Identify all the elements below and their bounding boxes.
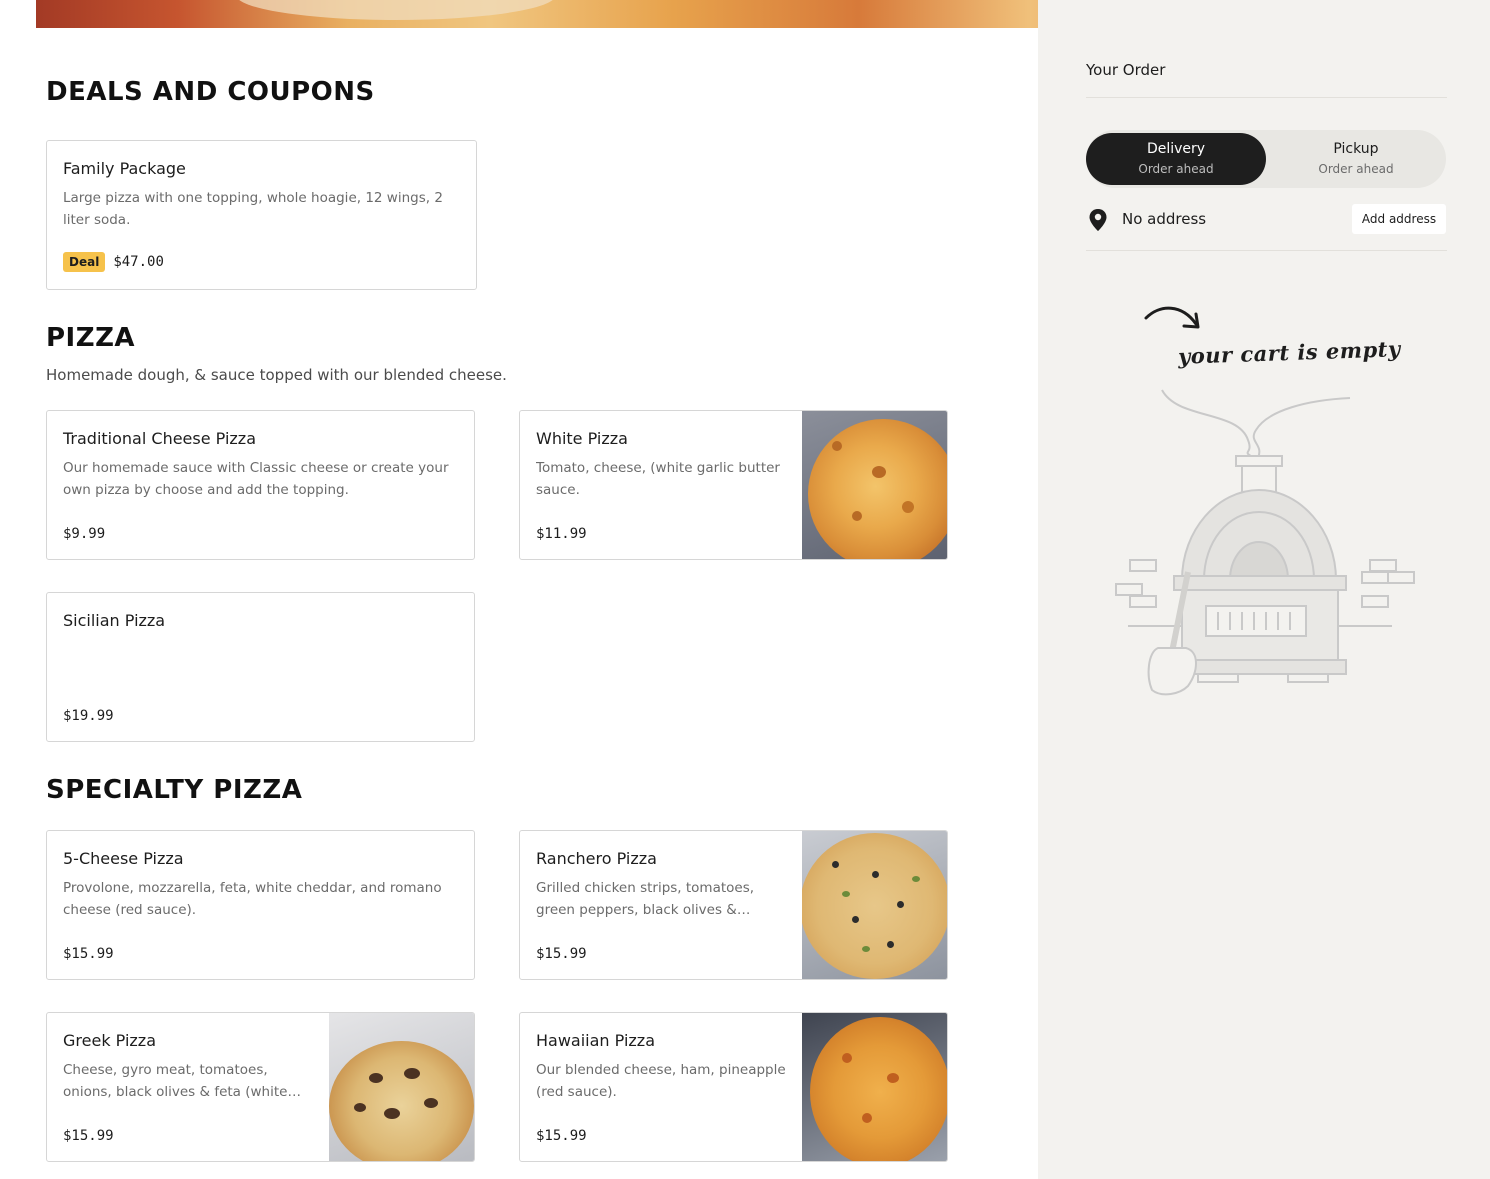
location-pin-icon [1088, 208, 1108, 237]
section-title-pizza: PIZZA [46, 323, 136, 353]
item-description: Tomato, cheese, (white garlic butter sau… [536, 460, 780, 498]
item-description: Grilled chicken strips, tomatoes, green … [536, 880, 755, 918]
item-name: Hawaiian Pizza [536, 1031, 655, 1050]
address-row: No address Add address [1086, 204, 1446, 236]
item-name: 5-Cheese Pizza [63, 849, 184, 868]
arrow-icon [1144, 306, 1200, 329]
item-description: Our blended cheese, ham, pineapple (red … [536, 1062, 786, 1100]
pickup-option[interactable]: Pickup Order ahead [1266, 133, 1446, 185]
item-price: $15.99 [536, 1128, 587, 1144]
item-description: Our homemade sauce with Classic cheese o… [63, 460, 449, 498]
item-description: Cheese, gyro meat, tomatoes, onions, bla… [63, 1062, 288, 1100]
item-name: White Pizza [536, 429, 628, 448]
menu-item-card[interactable]: Greek Pizza Cheese, gyro meat, tomatoes,… [46, 1012, 475, 1162]
menu-item-card[interactable]: White Pizza Tomato, cheese, (white garli… [519, 410, 948, 560]
white-pizza-photo [802, 411, 947, 559]
ranchero-pizza-photo [802, 831, 947, 979]
item-description: Large pizza with one topping, whole hoag… [63, 190, 443, 228]
empty-cart-text: your cart is empty [1177, 336, 1401, 369]
greek-pizza-photo [329, 1013, 474, 1161]
item-name: Family Package [63, 159, 186, 178]
hawaiian-pizza-photo [802, 1013, 947, 1161]
option-label: Pickup [1333, 141, 1379, 157]
section-title-deals: DEALS AND COUPONS [46, 77, 375, 107]
item-name: Ranchero Pizza [536, 849, 657, 868]
order-mode-toggle: Delivery Order ahead Pickup Order ahead [1086, 130, 1446, 188]
menu-item-card[interactable]: Family Package Large pizza with one topp… [46, 140, 477, 290]
delivery-option[interactable]: Delivery Order ahead [1086, 133, 1266, 185]
option-label: Delivery [1146, 141, 1206, 157]
order-sidebar: Your Order Delivery Order ahead Pickup O… [1038, 0, 1490, 1179]
divider [1086, 250, 1447, 251]
item-price: $19.99 [63, 708, 114, 724]
item-price: $47.00 [113, 254, 164, 270]
deal-badge: Deal [63, 252, 106, 272]
divider [1086, 97, 1447, 98]
add-address-button[interactable]: Add address [1352, 204, 1446, 234]
menu-item-card[interactable]: Sicilian Pizza $19.99 [46, 592, 475, 742]
menu-item-card[interactable]: Ranchero Pizza Grilled chicken strips, t… [519, 830, 948, 980]
address-text: No address [1122, 210, 1207, 228]
section-title-specialty: SPECIALTY PIZZA [46, 775, 303, 805]
order-title: Your Order [1086, 61, 1166, 79]
item-price: $15.99 [536, 946, 587, 962]
item-name: Sicilian Pizza [63, 611, 166, 630]
item-price: $15.99 [63, 1128, 114, 1144]
menu-item-card[interactable]: 5-Cheese Pizza Provolone, mozzarella, fe… [46, 830, 475, 980]
item-name: Greek Pizza [63, 1031, 157, 1050]
option-sublabel: Order ahead [1138, 162, 1214, 176]
pizza-oven-illustration [1115, 389, 1415, 696]
menu-item-card[interactable]: Hawaiian Pizza Our blended cheese, ham, … [519, 1012, 948, 1162]
menu-item-card[interactable]: Traditional Cheese Pizza Our homemade sa… [46, 410, 475, 560]
item-price: $11.99 [536, 526, 587, 542]
menu-content: DEALS AND COUPONS Family Package Large p… [46, 0, 986, 1179]
item-description: Provolone, mozzarella, feta, white chedd… [63, 880, 442, 918]
section-description-pizza: Homemade dough, & sauce topped with our … [46, 366, 507, 384]
item-name: Traditional Cheese Pizza [63, 429, 256, 448]
option-sublabel: Order ahead [1318, 162, 1394, 176]
item-price: $9.99 [63, 526, 106, 542]
empty-cart: your cart is empty [1108, 290, 1428, 710]
item-price: $15.99 [63, 946, 114, 962]
